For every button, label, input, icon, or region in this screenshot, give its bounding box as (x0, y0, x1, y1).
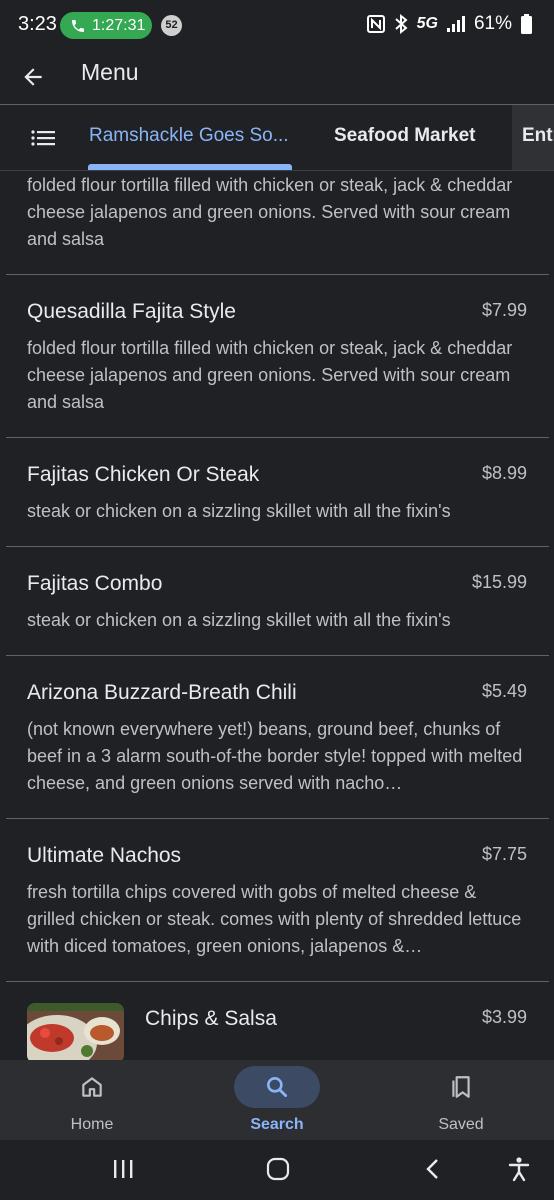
phone-icon (72, 19, 84, 32)
app-bar: Menu (0, 52, 554, 104)
item-description: (not known everywhere yet!) beans, groun… (27, 719, 523, 793)
chevron-left-icon (426, 1159, 438, 1179)
status-icons: 5G 61% (366, 13, 532, 35)
item-photo (27, 1003, 124, 1060)
item-name: Fajitas Chicken Or Steak (27, 463, 260, 486)
item-description: fresh tortilla chips covered with gobs o… (27, 882, 522, 956)
accessibility-icon (508, 1157, 530, 1182)
accessibility-button[interactable] (504, 1154, 534, 1184)
bluetooth-icon (394, 14, 408, 34)
page-title: Menu (81, 59, 139, 85)
recents-icon (114, 1160, 133, 1178)
item-price: $5.49 (481, 681, 527, 701)
home-icon (82, 1077, 102, 1097)
bookmarks-icon (452, 1076, 470, 1098)
item-name: Quesadilla Fajita Style (27, 300, 236, 323)
recents-button[interactable] (108, 1154, 138, 1184)
tab-entrees[interactable]: Entr (522, 125, 554, 147)
item-name: Arizona Buzzard-Breath Chili (27, 681, 297, 704)
item-price: $7.99 (481, 300, 527, 320)
item-description: folded flour tortilla filled with chicke… (27, 338, 513, 412)
item-price: $8.99 (481, 463, 527, 483)
bottom-navigation: Home Search Saved (0, 1060, 554, 1140)
home-button[interactable] (263, 1154, 293, 1184)
menu-list: folded flour tortilla filled with chicke… (0, 171, 554, 1060)
menu-item[interactable]: Fajitas Combo $15.99 steak or chicken on… (0, 547, 554, 655)
item-name: Ultimate Nachos (27, 844, 182, 867)
battery-icon (521, 14, 532, 34)
back-button[interactable] (12, 56, 54, 98)
home-circle-icon (266, 1157, 290, 1181)
nav-home[interactable]: Home (22, 1060, 162, 1140)
item-description: steak or chicken on a sizzling skillet w… (27, 501, 451, 521)
nav-saved-label: Saved (438, 1116, 484, 1133)
system-navigation-bar (0, 1140, 554, 1200)
ongoing-call-chip[interactable]: 1:27:31 (60, 12, 152, 39)
menu-category-tabs: Ramshackle Goes So... Seafood Market Ent… (0, 105, 554, 170)
menu-item[interactable]: Arizona Buzzard-Breath Chili $5.49 (not … (0, 656, 554, 818)
nav-search[interactable]: Search (207, 1060, 347, 1140)
menu-item[interactable]: Chips & Salsa $3.99 (0, 982, 554, 1060)
tab-seafood-market[interactable]: Seafood Market (334, 125, 475, 147)
item-description: steak or chicken on a sizzling skillet w… (27, 610, 451, 630)
search-icon (267, 1077, 288, 1098)
item-description: folded flour tortilla filled with chicke… (27, 175, 513, 249)
nav-saved[interactable]: Saved (391, 1060, 531, 1140)
item-price: $7.75 (481, 844, 527, 864)
menu-item[interactable]: Quesadilla Fajita Style $7.99 folded flo… (0, 275, 554, 437)
call-timer: 1:27:31 (92, 16, 146, 34)
status-time: 3:23 (18, 13, 57, 35)
list-icon[interactable] (30, 125, 56, 151)
arrow-back-icon (24, 68, 42, 86)
network-type: 5G (416, 15, 438, 32)
menu-item[interactable]: Fajitas Chicken Or Steak $8.99 steak or … (0, 438, 554, 546)
item-name: Fajitas Combo (27, 572, 163, 595)
nfc-icon (366, 15, 385, 33)
item-price: $3.99 (481, 1007, 527, 1027)
signal-icon (446, 16, 465, 32)
battery-percent: 61% (473, 13, 512, 34)
nav-home-label: Home (70, 1116, 114, 1133)
item-name: Chips & Salsa (145, 1007, 277, 1030)
tab-ramshackle[interactable]: Ramshackle Goes So... (89, 125, 289, 147)
menu-item[interactable]: Ultimate Nachos $7.75 fresh tortilla chi… (0, 819, 554, 981)
status-bar: 3:23 1:27:31 52 5G 61% (0, 0, 554, 52)
item-price: $15.99 (471, 572, 527, 592)
notification-count-badge: 52 (161, 15, 182, 36)
back-nav-button[interactable] (418, 1154, 448, 1184)
nav-search-label: Search (250, 1116, 304, 1133)
